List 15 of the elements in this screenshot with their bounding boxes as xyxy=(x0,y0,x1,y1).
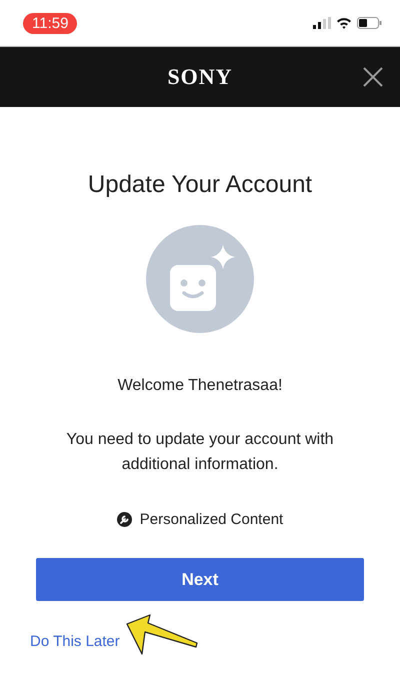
wifi-icon xyxy=(336,17,352,29)
page-title: Update Your Account xyxy=(86,171,314,199)
welcome-text: Welcome Thenetrasaa! xyxy=(116,377,284,395)
wrench-icon xyxy=(116,512,132,527)
annotation-arrow xyxy=(126,614,198,655)
close-icon[interactable] xyxy=(362,66,384,88)
battery-icon xyxy=(357,17,382,29)
avatar-icon xyxy=(146,225,254,333)
info-message: You need to update your account with additional information. xyxy=(65,430,335,475)
later-link[interactable]: Do This Later xyxy=(30,633,120,650)
brand-logo: SONY xyxy=(167,64,233,90)
signal-icon xyxy=(313,17,331,29)
feature-label: Personalized Content xyxy=(140,511,284,528)
next-button[interactable]: Next xyxy=(36,558,364,601)
status-time: 11:59 xyxy=(23,12,78,34)
